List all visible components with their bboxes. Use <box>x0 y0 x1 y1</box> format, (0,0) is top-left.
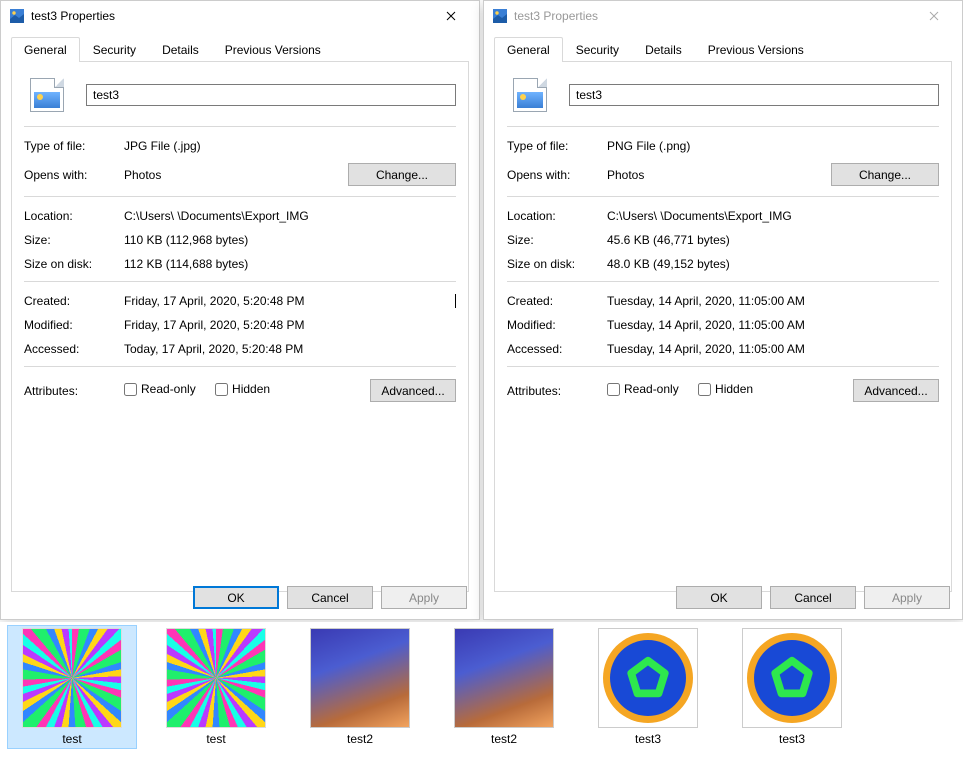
value-size: 45.6 KB (46,771 bytes) <box>607 233 939 247</box>
label-type-of-file: Type of file: <box>24 139 124 153</box>
advanced-button[interactable]: Advanced... <box>853 379 939 402</box>
value-opens-with: Photos <box>124 168 348 182</box>
thumbnail-label: test2 <box>298 732 422 746</box>
value-location: C:\Users\ \Documents\Export_IMG <box>124 209 456 223</box>
properties-dialog-right: test3 Properties General Security Detail… <box>483 0 963 620</box>
thumbnail-image <box>166 628 266 728</box>
ok-button[interactable]: OK <box>193 586 279 609</box>
checkbox-readonly[interactable]: Read-only <box>607 382 679 396</box>
label-size-on-disk: Size on disk: <box>24 257 124 271</box>
cancel-button[interactable]: Cancel <box>770 586 856 609</box>
value-location: C:\Users\ \Documents\Export_IMG <box>607 209 939 223</box>
change-button[interactable]: Change... <box>831 163 939 186</box>
thumbnail-label: test2 <box>442 732 566 746</box>
value-size-on-disk: 112 KB (114,688 bytes) <box>124 257 456 271</box>
value-opens-with: Photos <box>607 168 831 182</box>
tab-general[interactable]: General <box>494 37 563 62</box>
tab-details[interactable]: Details <box>632 37 695 62</box>
label-attributes: Attributes: <box>24 384 124 398</box>
change-button[interactable]: Change... <box>348 163 456 186</box>
checkbox-readonly[interactable]: Read-only <box>124 382 196 396</box>
value-accessed: Today, 17 April, 2020, 5:20:48 PM <box>124 342 456 356</box>
label-location: Location: <box>507 209 607 223</box>
close-button[interactable] <box>431 2 471 30</box>
label-size: Size: <box>507 233 607 247</box>
thumbnail-image <box>22 628 122 728</box>
titlebar[interactable]: test3 Properties <box>1 1 479 31</box>
label-size-on-disk: Size on disk: <box>507 257 607 271</box>
value-created: Tuesday, 14 April, 2020, 11:05:00 AM <box>607 294 939 308</box>
thumbnail-label: test3 <box>730 732 854 746</box>
label-location: Location: <box>24 209 124 223</box>
value-modified: Tuesday, 14 April, 2020, 11:05:00 AM <box>607 318 939 332</box>
app-icon <box>9 8 25 24</box>
tab-previous-versions[interactable]: Previous Versions <box>695 37 817 62</box>
thumbnail-label: test <box>10 732 134 746</box>
tab-general[interactable]: General <box>11 37 80 62</box>
dialog-button-row: OK Cancel Apply <box>676 586 950 609</box>
cancel-button[interactable]: Cancel <box>287 586 373 609</box>
label-opens-with: Opens with: <box>24 168 124 182</box>
tab-strip: General Security Details Previous Versio… <box>484 31 962 62</box>
dialog-button-row: OK Cancel Apply <box>193 586 467 609</box>
value-type-of-file: PNG File (.png) <box>607 139 939 153</box>
value-accessed: Tuesday, 14 April, 2020, 11:05:00 AM <box>607 342 939 356</box>
tab-strip: General Security Details Previous Versio… <box>1 31 479 62</box>
thumbnail-label: test3 <box>586 732 710 746</box>
label-accessed: Accessed: <box>507 342 607 356</box>
label-created: Created: <box>24 294 124 308</box>
tab-panel-general: Type of file:JPG File (.jpg) Opens with:… <box>11 62 469 592</box>
label-size: Size: <box>24 233 124 247</box>
explorer-thumbnail-row: test test test2 test2 test3 test3 <box>0 622 963 762</box>
label-attributes: Attributes: <box>507 384 607 398</box>
ok-button[interactable]: OK <box>676 586 762 609</box>
checkbox-hidden[interactable]: Hidden <box>698 382 753 396</box>
tab-security[interactable]: Security <box>563 37 632 62</box>
value-type-of-file: JPG File (.jpg) <box>124 139 456 153</box>
thumbnail-item[interactable]: test <box>152 626 280 748</box>
filename-input[interactable] <box>86 84 456 106</box>
checkbox-hidden[interactable]: Hidden <box>215 382 270 396</box>
apply-button[interactable]: Apply <box>381 586 467 609</box>
apply-button[interactable]: Apply <box>864 586 950 609</box>
tab-details[interactable]: Details <box>149 37 212 62</box>
close-button[interactable] <box>914 2 954 30</box>
thumbnail-label: test <box>154 732 278 746</box>
label-modified: Modified: <box>507 318 607 332</box>
tab-previous-versions[interactable]: Previous Versions <box>212 37 334 62</box>
titlebar[interactable]: test3 Properties <box>484 1 962 31</box>
properties-dialog-left: test3 Properties General Security Detail… <box>0 0 480 620</box>
label-created: Created: <box>507 294 607 308</box>
tab-security[interactable]: Security <box>80 37 149 62</box>
tab-panel-general: Type of file:PNG File (.png) Opens with:… <box>494 62 952 592</box>
value-size-on-disk: 48.0 KB (49,152 bytes) <box>607 257 939 271</box>
thumbnail-item[interactable]: test <box>8 626 136 748</box>
dialog-title: test3 Properties <box>31 9 431 23</box>
label-opens-with: Opens with: <box>507 168 607 182</box>
value-created: Friday, 17 April, 2020, 5:20:48 PM <box>124 294 456 308</box>
thumbnail-item[interactable]: test2 <box>296 626 424 748</box>
label-modified: Modified: <box>24 318 124 332</box>
dialog-title: test3 Properties <box>514 9 914 23</box>
label-accessed: Accessed: <box>24 342 124 356</box>
value-size: 110 KB (112,968 bytes) <box>124 233 456 247</box>
thumbnail-item[interactable]: test3 <box>728 626 856 748</box>
value-modified: Friday, 17 April, 2020, 5:20:48 PM <box>124 318 456 332</box>
thumbnail-image <box>310 628 410 728</box>
thumbnail-item[interactable]: test2 <box>440 626 568 748</box>
advanced-button[interactable]: Advanced... <box>370 379 456 402</box>
app-icon <box>492 8 508 24</box>
filename-input[interactable] <box>569 84 939 106</box>
thumbnail-image <box>742 628 842 728</box>
label-type-of-file: Type of file: <box>507 139 607 153</box>
thumbnail-image <box>454 628 554 728</box>
thumbnail-image <box>598 628 698 728</box>
file-type-icon <box>28 76 66 114</box>
thumbnail-item[interactable]: test3 <box>584 626 712 748</box>
file-type-icon <box>511 76 549 114</box>
